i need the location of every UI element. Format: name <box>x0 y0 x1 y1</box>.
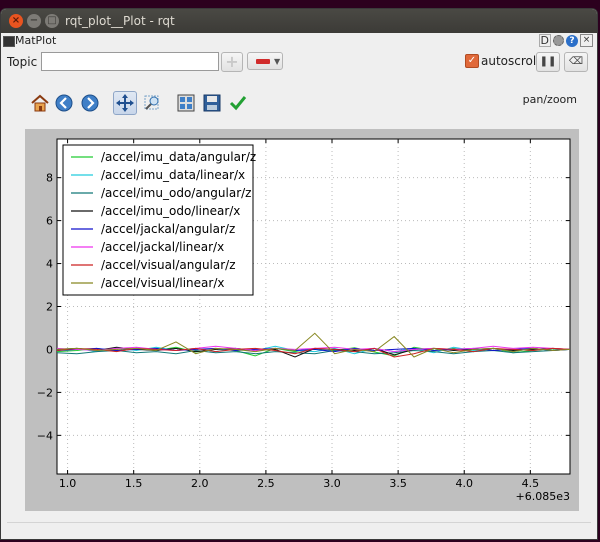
y-tick-label: −2 <box>37 386 53 399</box>
zoom-icon[interactable] <box>141 92 163 114</box>
x-tick-label: 3.0 <box>323 477 341 490</box>
matplot-logo-icon <box>3 36 15 47</box>
x-tick-label: 4.5 <box>522 477 540 490</box>
legend-label: /accel/imu_odo/linear/x <box>101 204 240 218</box>
x-offset-label: +6.085e3 <box>516 490 570 503</box>
autoscroll-label: autoscroll <box>481 54 540 68</box>
topic-label: Topic <box>7 55 38 69</box>
window-title: rqt_plot__Plot - rqt <box>65 14 175 28</box>
dropdown-arrow-icon: ▼ <box>274 57 281 66</box>
x-tick-label: 2.0 <box>191 477 209 490</box>
plot-canvas[interactable]: 1.0 1.5 2.0 2.5 3.0 3.5 4.0 4.5 −4 −2 0 2 4 6 8 +6.085e… <box>25 129 579 511</box>
add-topic-button[interactable]: + <box>221 52 243 72</box>
remove-topic-button[interactable]: ▼ <box>247 52 283 70</box>
status-bar-divider <box>7 522 591 523</box>
window-close-button[interactable]: × <box>9 14 23 28</box>
y-tick-label: 0 <box>46 343 53 356</box>
help-icon[interactable]: ? <box>566 34 578 47</box>
minus-icon <box>256 59 270 64</box>
x-tick-label: 4.0 <box>455 477 473 490</box>
y-tick-label: 8 <box>46 172 53 185</box>
clear-button[interactable]: ⌫ <box>564 52 588 72</box>
x-tick-label: 1.5 <box>125 477 143 490</box>
autoscroll-checkbox[interactable]: ✓ <box>465 54 479 68</box>
topic-input[interactable] <box>41 52 219 71</box>
window-titlebar[interactable]: × − □ rqt_plot__Plot - rqt <box>1 9 597 33</box>
plugin-title: MatPlot <box>15 34 57 47</box>
plugin-close-button[interactable]: × <box>580 34 593 47</box>
legend-label: /accel/jackal/angular/z <box>101 222 235 236</box>
rqt-window: × − □ rqt_plot__Plot - rqt MatPlot D ? ×… <box>0 8 598 540</box>
toolbar-mode-label: pan/zoom <box>522 93 577 106</box>
forward-icon[interactable] <box>79 92 101 114</box>
y-tick-label: −4 <box>37 429 53 442</box>
x-tick-label: 3.5 <box>389 477 407 490</box>
y-tick-label: 4 <box>46 258 53 271</box>
legend-label: /accel/imu_data/linear/x <box>101 168 245 182</box>
home-icon[interactable] <box>29 92 51 114</box>
matplotlib-toolbar: pan/zoom <box>1 89 597 121</box>
legend-label: /accel/visual/linear/x <box>101 276 224 290</box>
plugin-header-controls: D ? × <box>538 34 593 47</box>
window-minimize-button[interactable]: − <box>27 14 41 28</box>
y-tick-label: 2 <box>46 301 53 314</box>
x-tick-label: 2.5 <box>257 477 275 490</box>
x-tick-label: 1.0 <box>59 477 76 490</box>
edit-icon[interactable] <box>227 92 249 114</box>
legend-label: /accel/jackal/linear/x <box>101 240 224 254</box>
legend-label: /accel/imu_odo/angular/z <box>101 186 251 200</box>
legend-label: /accel/imu_data/angular/z <box>101 150 256 164</box>
chart-svg: 1.0 1.5 2.0 2.5 3.0 3.5 4.0 4.5 −4 −2 0 2 4 6 8 +6.085e… <box>37 138 571 503</box>
window-maximize-button[interactable]: □ <box>45 14 59 28</box>
gear-icon[interactable] <box>553 35 564 46</box>
y-tick-label: 6 <box>46 215 53 228</box>
plugin-header: MatPlot D ? × <box>1 33 597 49</box>
topic-row: Topic + ▼ ✓ autoscroll ❚❚ ⌫ <box>1 49 597 77</box>
legend-label: /accel/visual/angular/z <box>101 258 236 272</box>
subplots-icon[interactable] <box>175 92 197 114</box>
save-icon[interactable] <box>201 92 223 114</box>
back-icon[interactable] <box>53 92 75 114</box>
pause-button[interactable]: ❚❚ <box>536 52 560 72</box>
plugin-d-button[interactable]: D <box>538 34 551 47</box>
pan-icon[interactable] <box>113 91 137 115</box>
